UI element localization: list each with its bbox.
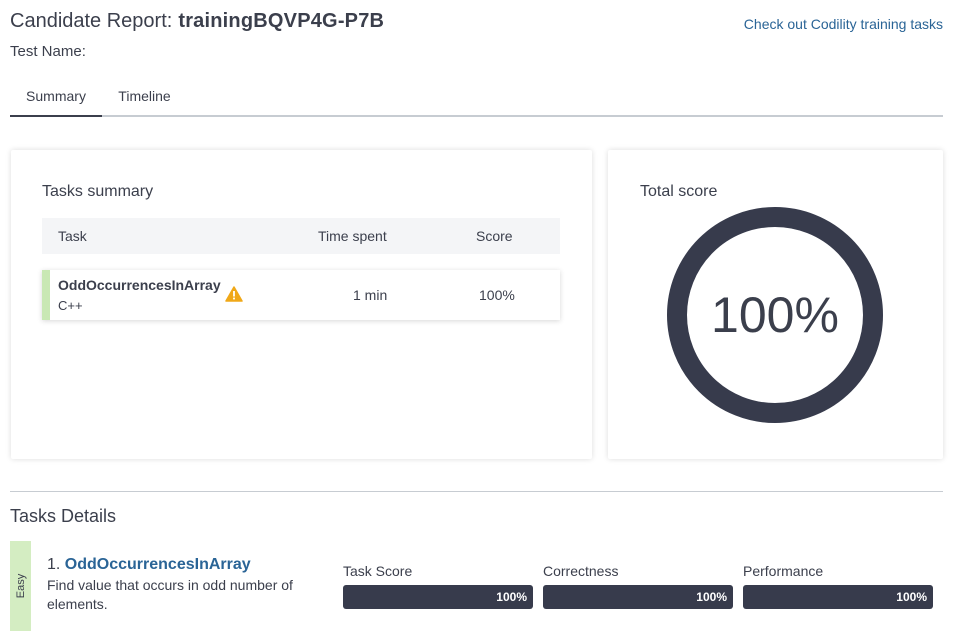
metric-label: Task Score [343, 563, 413, 579]
task-description: Find value that occurs in odd number of … [47, 577, 293, 612]
column-header-task: Task [58, 228, 87, 244]
task-name: OddOccurrencesInArray [58, 277, 221, 293]
test-name-label: Test Name: [10, 43, 86, 60]
total-score-value: 100% [711, 287, 839, 343]
task-time-spent: 1 min [353, 287, 388, 303]
metric-task-score: Task Score 100% [343, 563, 533, 609]
tasks-details-title: Tasks Details [10, 506, 117, 526]
metric-value: 100% [696, 590, 727, 604]
page-title: Candidate Report: trainingBQVP4G-P7B [10, 10, 384, 33]
metric-value: 100% [896, 590, 927, 604]
metric-correctness: Correctness 100% [543, 563, 733, 609]
metric-label: Performance [743, 563, 824, 579]
tab-summary[interactable]: Summary [10, 79, 102, 117]
tab-timeline[interactable]: Timeline [102, 79, 187, 117]
progress-bar: 100% [543, 585, 733, 609]
page-title-label: Candidate Report: [10, 10, 173, 32]
report-tabs: Summary Timeline [10, 79, 943, 117]
task-number: 1. [47, 556, 61, 573]
metric-value: 100% [496, 590, 527, 604]
task-detail-heading: 1. OddOccurrencesInArray [47, 556, 251, 574]
progress-bar: 100% [743, 585, 933, 609]
task-detail-link[interactable]: OddOccurrencesInArray [65, 556, 251, 573]
tasks-summary-title: Tasks summary [42, 183, 154, 200]
candidate-id: trainingBQVP4G-P7B [178, 10, 385, 32]
tasks-table-header: Task Time spent Score [42, 218, 560, 254]
task-score: 100% [479, 287, 515, 303]
training-tasks-link[interactable]: Check out Codility training tasks [744, 16, 943, 32]
difficulty-badge: Easy [10, 541, 31, 631]
metric-performance: Performance 100% [743, 563, 933, 609]
total-score-title: Total score [640, 183, 718, 200]
task-language: C++ [58, 298, 83, 313]
column-header-score: Score [476, 228, 513, 244]
column-header-time-spent: Time spent [318, 228, 387, 244]
total-score-card: Total score 100% [608, 150, 943, 459]
tasks-summary-card: Tasks summary Task Time spent Score OddO… [11, 150, 592, 459]
warning-triangle-icon [225, 286, 243, 302]
progress-bar: 100% [343, 585, 533, 609]
table-row[interactable]: OddOccurrencesInArray C++ 1 min 100% [42, 270, 560, 320]
metric-label: Correctness [543, 563, 619, 579]
section-divider [10, 491, 943, 492]
difficulty-label: Easy [14, 573, 27, 599]
